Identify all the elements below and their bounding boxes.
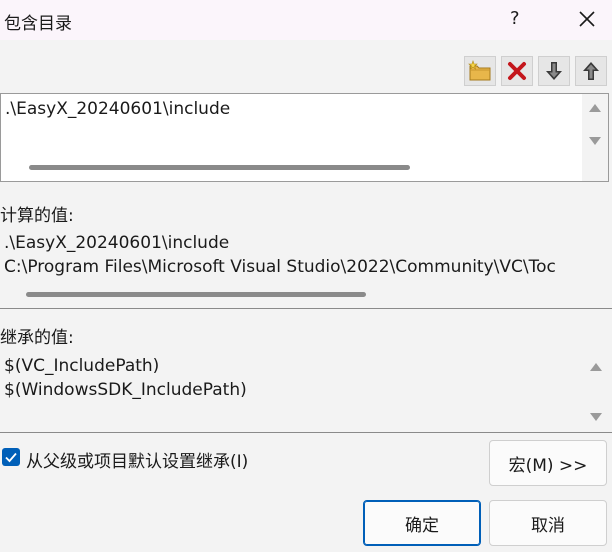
new-folder-button[interactable] <box>464 56 496 86</box>
new-folder-icon <box>468 60 491 81</box>
evaluated-line: .\EasyX_20240601\include <box>4 233 230 253</box>
delete-icon <box>508 62 526 80</box>
inherited-values-box: $(VC_IncludePath) $(WindowsSDK_IncludePa… <box>0 351 609 431</box>
inherited-line: $(WindowsSDK_IncludePath) <box>4 380 247 400</box>
evaluated-values-box: .\EasyX_20240601\include C:\Program File… <box>0 228 584 302</box>
arrow-down-icon <box>546 62 562 80</box>
title-bar: 包含目录 ? <box>0 0 612 40</box>
scroll-down-icon[interactable] <box>590 413 602 421</box>
divider <box>0 432 612 433</box>
checkmark-icon <box>5 452 17 463</box>
delete-button[interactable] <box>501 56 533 86</box>
evaluated-line: C:\Program Files\Microsoft Visual Studio… <box>4 257 556 277</box>
divider <box>0 308 612 309</box>
move-down-button[interactable] <box>538 56 570 86</box>
editor-horizontal-scrollbar[interactable] <box>29 165 410 170</box>
inherited-vertical-scrollbar[interactable] <box>583 351 609 431</box>
inherit-checkbox-label[interactable]: 从父级或项目默认设置继承(I) <box>26 447 248 472</box>
scroll-down-icon[interactable] <box>589 137 601 145</box>
cancel-button[interactable]: 取消 <box>489 500 607 546</box>
evaluated-values-label: 计算的值: <box>0 206 74 226</box>
include-directories-editor[interactable]: .\EasyX_20240601\include <box>0 93 609 182</box>
arrow-up-icon <box>583 62 599 80</box>
editor-line[interactable]: .\EasyX_20240601\include <box>5 99 230 119</box>
scroll-up-icon[interactable] <box>589 104 601 112</box>
window-title: 包含目录 <box>4 14 72 34</box>
evaluated-horizontal-scrollbar[interactable] <box>26 292 366 297</box>
inherit-checkbox[interactable] <box>2 448 20 466</box>
scroll-up-icon[interactable] <box>590 363 602 371</box>
ok-button[interactable]: 确定 <box>363 500 481 546</box>
close-icon[interactable] <box>574 6 600 32</box>
inherited-line: $(VC_IncludePath) <box>4 356 160 376</box>
move-up-button[interactable] <box>575 56 607 86</box>
help-button[interactable]: ? <box>510 8 520 29</box>
editor-vertical-scrollbar[interactable] <box>582 94 608 181</box>
macros-button[interactable]: 宏(M) >> <box>489 440 607 486</box>
inherited-values-label: 继承的值: <box>0 328 74 348</box>
